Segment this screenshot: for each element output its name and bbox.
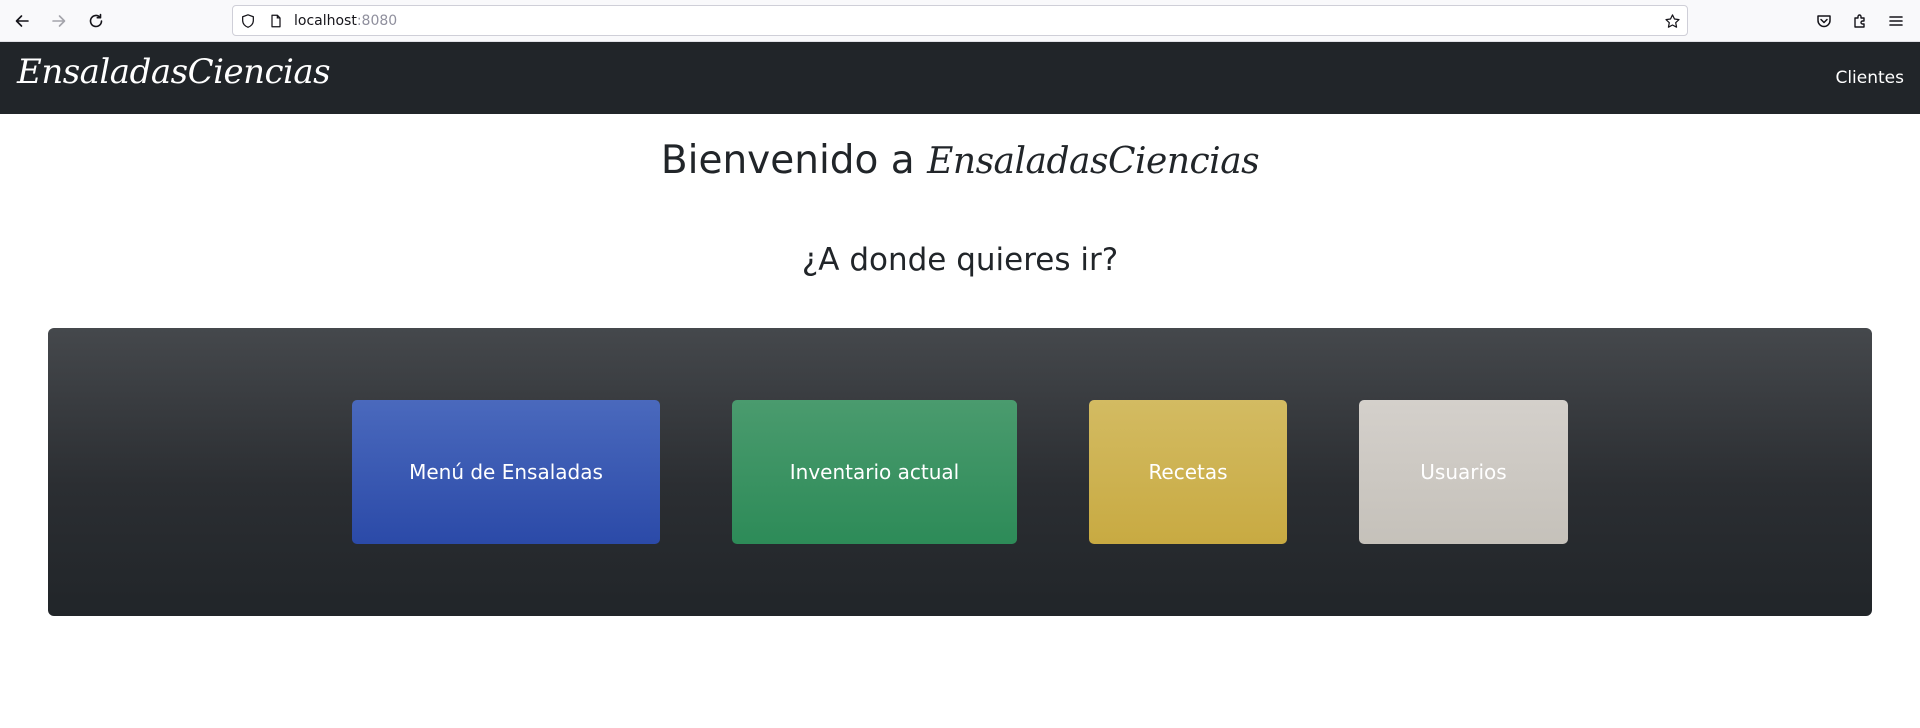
- url-bar[interactable]: localhost:8080: [232, 5, 1688, 36]
- browser-toolbar: localhost:8080: [0, 0, 1920, 42]
- star-icon[interactable]: [1663, 12, 1681, 30]
- url-port: :8080: [356, 13, 398, 29]
- url-text: localhost:8080: [294, 12, 397, 30]
- menu-ensaladas-button[interactable]: Menú de Ensaladas: [352, 400, 660, 544]
- site-navbar: EnsaladasCiencias Clientes: [0, 42, 1920, 114]
- forward-arrow-icon[interactable]: [47, 9, 71, 33]
- reload-icon[interactable]: [84, 9, 108, 33]
- welcome-prefix: Bienvenido a: [660, 138, 928, 183]
- usuarios-button[interactable]: Usuarios: [1359, 400, 1568, 544]
- recetas-button[interactable]: Recetas: [1089, 400, 1287, 544]
- brand-logo[interactable]: EnsaladasCiencias: [17, 52, 331, 92]
- navigation-panel: Menú de Ensaladas Inventario actual Rece…: [48, 328, 1872, 616]
- question-heading: ¿A donde quieres ir?: [801, 242, 1119, 278]
- nav-link-clientes[interactable]: Clientes: [1835, 68, 1904, 88]
- shield-icon[interactable]: [239, 12, 257, 30]
- pocket-icon[interactable]: [1812, 9, 1836, 33]
- back-arrow-icon[interactable]: [10, 9, 34, 33]
- menu-icon[interactable]: [1884, 9, 1908, 33]
- welcome-heading: Bienvenido a EnsaladasCiencias: [0, 138, 1920, 183]
- page-icon: [267, 12, 285, 30]
- inventario-actual-button[interactable]: Inventario actual: [732, 400, 1017, 544]
- extensions-icon[interactable]: [1848, 9, 1872, 33]
- url-host: localhost: [294, 13, 357, 29]
- welcome-brand: EnsaladasCiencias: [927, 141, 1260, 182]
